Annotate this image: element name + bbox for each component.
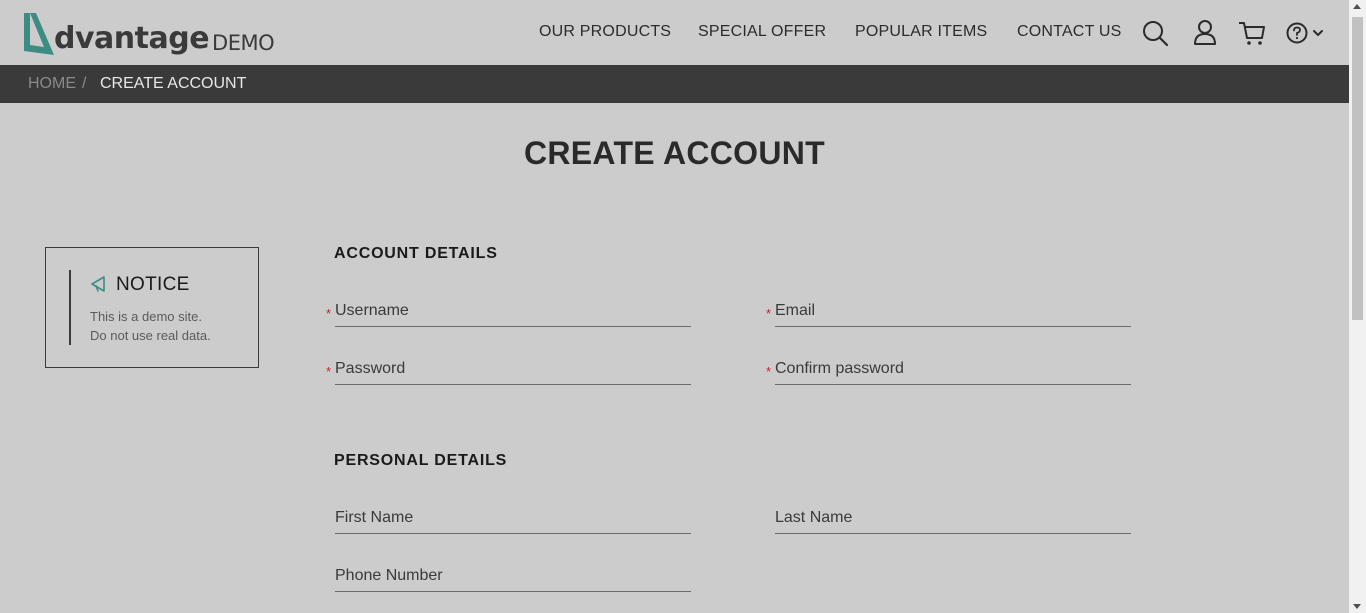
last-name-field (775, 504, 1131, 534)
confirm-password-field: * (766, 355, 1131, 385)
first-name-input[interactable] (335, 504, 691, 532)
scroll-thumb[interactable] (1352, 17, 1363, 320)
breadcrumb-current: CREATE ACCOUNT (100, 75, 247, 92)
required-marker: * (326, 364, 332, 379)
required-marker: * (766, 306, 772, 321)
nav-contact-us[interactable]: CONTACT US (1017, 23, 1122, 41)
vertical-scrollbar[interactable] (1349, 0, 1366, 613)
first-name-field (335, 504, 691, 534)
search-icon[interactable] (1140, 18, 1170, 48)
phone-number-input[interactable] (335, 562, 691, 590)
nav-popular-items[interactable]: POPULAR ITEMS (855, 23, 987, 41)
confirm-password-input[interactable] (775, 355, 1131, 383)
notice-box: NOTICE This is a demo site. Do not use r… (45, 247, 259, 368)
breadcrumb-home-link[interactable]: HOME (28, 75, 76, 93)
megaphone-icon (91, 276, 105, 292)
logo[interactable]: dvantage DEMO (22, 9, 275, 57)
breadcrumb: HOME / CREATE ACCOUNT (0, 65, 1349, 103)
site-header: dvantage DEMO OUR PRODUCTS SPECIAL OFFER… (0, 0, 1349, 65)
logo-demo-text: DEMO (212, 31, 275, 55)
logo-text: dvantage (54, 21, 210, 56)
required-marker: * (766, 364, 772, 379)
scroll-down-arrow-icon[interactable] (1353, 604, 1361, 609)
notice-accent-bar (69, 270, 71, 345)
chevron-down-icon[interactable] (1310, 18, 1326, 48)
email-field: * (766, 297, 1131, 327)
nav-our-products[interactable]: OUR PRODUCTS (539, 23, 671, 41)
phone-number-field (335, 562, 691, 592)
required-marker: * (326, 306, 332, 321)
password-input[interactable] (335, 355, 691, 383)
notice-title: NOTICE (116, 274, 190, 295)
scroll-up-arrow-icon[interactable] (1353, 4, 1361, 9)
page-title: CREATE ACCOUNT (523, 135, 826, 171)
personal-details-heading: PERSONAL DETAILS (334, 452, 508, 469)
account-details-heading: ACCOUNT DETAILS (334, 245, 498, 262)
cart-icon[interactable] (1237, 18, 1267, 48)
logo-mark-icon (24, 13, 54, 55)
breadcrumb-separator: / (82, 75, 87, 92)
username-input[interactable] (335, 297, 691, 325)
username-field: * (326, 297, 691, 327)
last-name-input[interactable] (775, 504, 1131, 532)
password-field: * (326, 355, 691, 385)
user-icon[interactable] (1190, 18, 1220, 48)
notice-text-line-1: This is a demo site. (90, 309, 202, 324)
email-input[interactable] (775, 297, 1131, 325)
nav-special-offer[interactable]: SPECIAL OFFER (698, 23, 826, 41)
notice-text-line-2: Do not use real data. (90, 328, 211, 343)
